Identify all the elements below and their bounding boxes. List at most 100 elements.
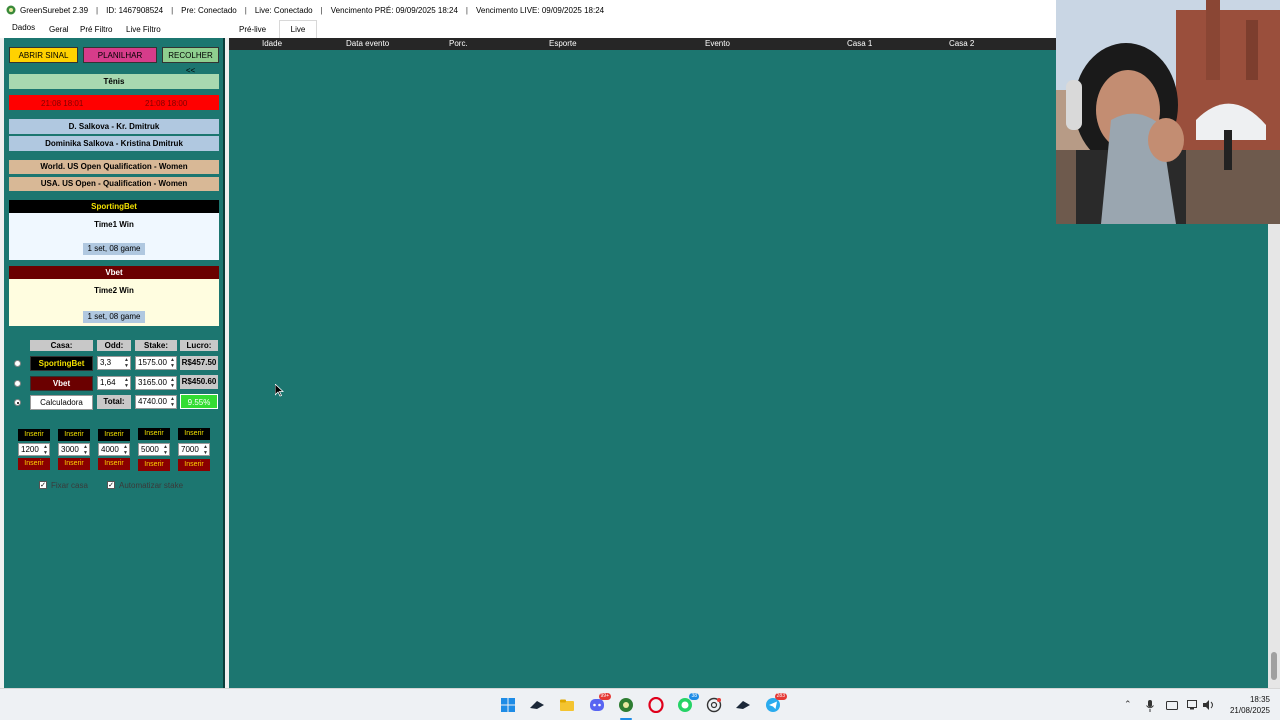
calc-total-stake[interactable]: 4740.00 ▲ ▼ — [135, 395, 177, 409]
col-casa-1[interactable]: Casa 1 — [847, 39, 872, 48]
app-title: GreenSurebet 2.39 — [20, 5, 89, 15]
network-icon[interactable] — [1187, 700, 1199, 710]
calc-house-1[interactable]: SportingBet — [30, 356, 93, 371]
inserir-top-1[interactable]: Inserir — [18, 429, 50, 441]
vertical-scrollbar[interactable] — [1268, 224, 1280, 688]
col-data-evento[interactable]: Data evento — [346, 39, 389, 48]
windows-start-icon[interactable] — [500, 697, 516, 713]
calc-stake-2[interactable]: 3165.00 ▲ ▼ — [135, 376, 177, 390]
spin-icon[interactable]: ▲ ▼ — [203, 444, 208, 456]
tab-pre-filtro[interactable]: Pré Filtro — [80, 25, 112, 34]
bet2-house: Vbet — [9, 266, 219, 279]
inserir-top-4[interactable]: Inserir — [138, 428, 170, 440]
bet2-card: Time2 Win 1 set, 08 game — [9, 279, 219, 326]
calc-odd-2[interactable]: 1,64 ▲ ▼ — [97, 376, 131, 390]
spin-icon[interactable]: ▲ ▼ — [43, 444, 48, 456]
automatizar-stake-checkbox[interactable]: ✓ — [107, 481, 115, 489]
quick-value-3[interactable]: 4000 ▲ ▼ — [98, 443, 130, 456]
inserir-bottom-3[interactable]: Inserir — [98, 458, 130, 470]
greensurebet-taskbar-icon[interactable] — [618, 697, 634, 713]
calc-stake-1[interactable]: 1575.00 ▲ ▼ — [135, 356, 177, 370]
fixar-casa-label: Fixar casa — [51, 481, 88, 490]
recolher-button[interactable]: RECOLHER << — [162, 47, 219, 75]
event-time-1: 21:08 18:01 — [41, 99, 84, 108]
quick-value-2[interactable]: 3000 ▲ ▼ — [58, 443, 90, 456]
tab-pre-live[interactable]: Pré-live — [239, 25, 266, 34]
col-evento[interactable]: Evento — [705, 39, 730, 48]
title-bar: GreenSurebet 2.39 | ID: 1467908524 | Pre… — [0, 0, 1056, 20]
spin-icon[interactable]: ▲ ▼ — [170, 396, 175, 408]
inserir-top-2[interactable]: Inserir — [58, 429, 90, 441]
table-header: Idade Data evento Porc. Esporte Evento C… — [229, 38, 1056, 50]
spin-icon[interactable]: ▲ ▼ — [83, 444, 88, 456]
calc-radio-2[interactable] — [14, 380, 21, 387]
spin-icon[interactable]: ▲ ▼ — [123, 444, 128, 456]
mouse-cursor-icon — [275, 384, 284, 397]
tab-dados[interactable]: Dados — [12, 23, 35, 32]
quick-value-1[interactable]: 1200 ▲ ▼ — [18, 443, 50, 456]
discord-badge: 99+ — [598, 693, 611, 700]
chevron-up-icon[interactable]: ⌃ — [1124, 699, 1132, 710]
calc-radio-3[interactable] — [14, 399, 21, 406]
inserir-bottom-2[interactable]: Inserir — [58, 458, 90, 470]
clock-time: 18:35 — [1249, 695, 1270, 704]
abrir-sinal-button[interactable]: ABRIR SINAL — [9, 47, 78, 63]
quick-value-5[interactable]: 7000 ▲ ▼ — [178, 443, 210, 456]
clock-date: 21/08/2025 — [1229, 706, 1270, 715]
automatizar-stake-label: Automatizar stake — [119, 481, 184, 490]
keyboard-icon[interactable] — [1166, 701, 1178, 710]
inserir-top-3[interactable]: Inserir — [98, 429, 130, 441]
calc-radio-1[interactable] — [14, 360, 21, 367]
calc-lucro-1: R$457.50 — [180, 356, 218, 370]
bet1-period: 1 set, 08 game — [83, 243, 145, 255]
inserir-top-5[interactable]: Inserir — [178, 428, 210, 440]
inserir-bottom-5[interactable]: Inserir — [178, 459, 210, 471]
bet1-house: SportingBet — [9, 200, 219, 213]
bet1-card: Time1 Win 1 set, 08 game — [9, 213, 219, 260]
tab-live[interactable]: Live — [279, 20, 317, 38]
tab-live-filtro[interactable]: Live Filtro — [126, 25, 161, 34]
license-id: ID: 1467908524 — [106, 5, 164, 15]
discord-icon[interactable]: 99+ — [589, 693, 611, 713]
opera-icon[interactable] — [648, 697, 664, 713]
planilhar-button[interactable]: PLANILHAR — [83, 47, 157, 63]
calc-lucro-2: R$450.60 — [180, 375, 218, 389]
calc-header-casa: Casa: — [30, 340, 93, 351]
spin-icon[interactable]: ▲ ▼ — [163, 444, 168, 456]
inserir-bottom-1[interactable]: Inserir — [18, 458, 50, 470]
tab-strip: Dados Geral Pré Filtro Live Filtro Pré-l… — [0, 20, 1056, 38]
col-idade[interactable]: Idade — [262, 39, 282, 48]
chatgpt-icon[interactable] — [706, 697, 722, 713]
spin-icon[interactable]: ▲ ▼ — [170, 377, 175, 389]
inserir-bottom-4[interactable]: Inserir — [138, 459, 170, 471]
col-esporte[interactable]: Esporte — [549, 39, 577, 48]
quick-value-4[interactable]: 5000 ▲ ▼ — [138, 443, 170, 456]
pre-status: Pre: Conectado — [181, 5, 237, 15]
whatsapp-icon[interactable]: 38 — [677, 693, 699, 713]
microphone-icon[interactable] — [1145, 700, 1155, 712]
calc-percent: 9.55% — [180, 394, 218, 409]
bet1-market: Time1 Win — [94, 220, 134, 229]
speaker-icon[interactable] — [1203, 700, 1215, 710]
event-time-2: 21:08 18:00 — [145, 99, 188, 108]
spin-icon[interactable]: ▲ ▼ — [124, 377, 129, 389]
system-clock[interactable]: 18:35 21/08/2025 — [1230, 694, 1270, 716]
steam-2-icon[interactable] — [735, 697, 751, 713]
spin-icon[interactable]: ▲ ▼ — [170, 357, 175, 369]
live-status: Live: Conectado — [254, 5, 313, 15]
taskbar: 99+ 38 283 ⌃ 18:35 21/08/2025 — [0, 688, 1280, 720]
fixar-casa-checkbox[interactable]: ✓ — [39, 481, 47, 489]
telegram-icon[interactable]: 283 — [765, 693, 787, 713]
col-casa-2[interactable]: Casa 2 — [949, 39, 974, 48]
calc-house-2[interactable]: Vbet — [30, 376, 93, 391]
sport-label: Tênis — [9, 74, 219, 89]
calculadora-button[interactable]: Calculadora — [30, 395, 93, 410]
spin-icon[interactable]: ▲ ▼ — [124, 357, 129, 369]
calc-odd-1[interactable]: 3,3 ▲ ▼ — [97, 356, 131, 370]
col-porc[interactable]: Porc. — [449, 39, 468, 48]
folder-icon[interactable] — [559, 697, 575, 713]
steam-icon[interactable] — [529, 697, 545, 713]
tab-geral[interactable]: Geral — [49, 25, 69, 34]
scrollbar-thumb[interactable] — [1271, 652, 1277, 680]
calc-header-odd: Odd: — [97, 340, 131, 351]
